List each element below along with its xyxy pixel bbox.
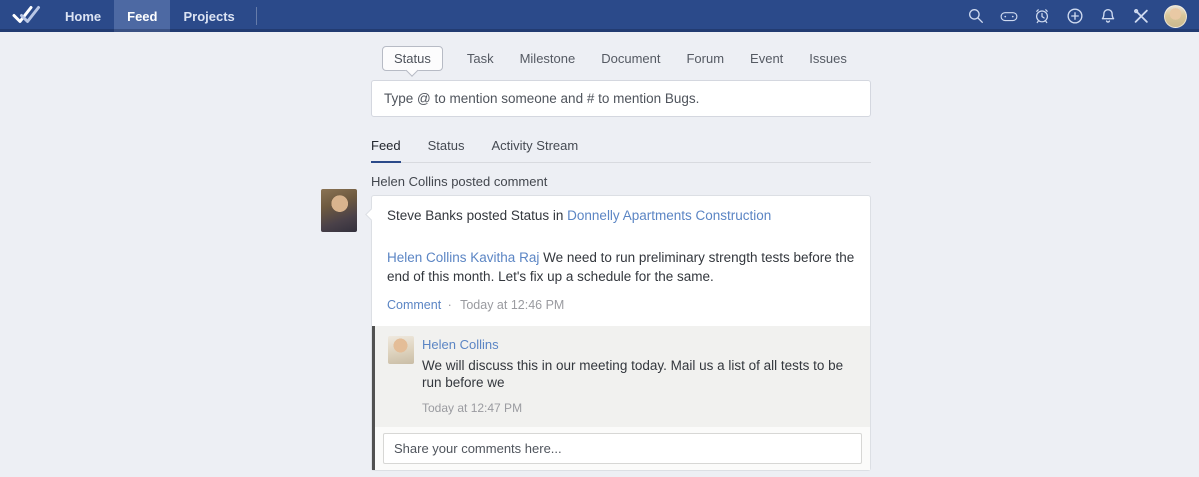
comment-author-avatar[interactable] [388,336,414,364]
post-body-text: Helen Collins Kavitha Raj We need to run… [387,248,855,286]
composer-tabs: Status Task Milestone Document Forum Eve… [371,45,871,71]
post-header: Steve Banks posted Status in Donnelly Ap… [387,208,855,223]
feed-view-tabs: Feed Status Activity Stream [371,138,871,163]
composer-tab-document[interactable]: Document [601,51,660,66]
composer-tab-task[interactable]: Task [467,51,494,66]
composer-tab-milestone[interactable]: Milestone [520,51,576,66]
comment-content: Helen Collins We will discuss this in ou… [422,336,855,415]
post-action-text: posted Status in [466,208,564,223]
double-check-logo-icon [11,3,41,30]
feed-post: Steve Banks posted Status in Donnelly Ap… [321,189,871,471]
comment-input[interactable] [383,433,862,464]
feed-main-column: Status Task Milestone Document Forum Eve… [321,32,871,477]
post-author-name: Steve Banks [387,208,463,223]
search-icon[interactable] [967,7,985,25]
comment-input-area [372,427,870,470]
app-logo[interactable] [0,0,52,32]
feed-tab-activity-stream[interactable]: Activity Stream [492,138,579,162]
comment-action-link[interactable]: Comment [387,298,441,312]
nav-separator [255,7,257,25]
navbar-actions [952,0,1199,32]
post-meta: Comment · Today at 12:46 PM [387,298,855,312]
nav-item-feed[interactable]: Feed [114,0,171,32]
meta-dot: · [447,298,452,312]
post-author-avatar[interactable] [321,189,357,232]
feed-tab-feed[interactable]: Feed [371,138,401,163]
post-mentions-link[interactable]: Helen Collins Kavitha Raj [387,250,539,265]
add-circle-icon[interactable] [1066,7,1084,25]
post-project-link[interactable]: Donnelly Apartments Construction [567,208,771,223]
feed-tab-status[interactable]: Status [428,138,465,162]
top-navbar: Home Feed Projects [0,0,1199,32]
composer-tab-status[interactable]: Status [382,45,443,71]
nav-item-projects[interactable]: Projects [170,0,247,32]
composer-tab-event[interactable]: Event [750,51,783,66]
composer-tab-forum[interactable]: Forum [686,51,724,66]
alarm-clock-icon[interactable] [1033,7,1051,25]
comment-timestamp: Today at 12:47 PM [422,401,523,415]
nav-item-home[interactable]: Home [52,0,114,32]
game-controller-icon[interactable] [1000,7,1018,25]
tools-icon[interactable] [1132,7,1150,25]
bell-icon[interactable] [1099,7,1117,25]
comment-author-link[interactable]: Helen Collins [422,337,499,352]
post-card: Steve Banks posted Status in Donnelly Ap… [365,195,871,471]
activity-note: Helen Collins posted comment [371,174,548,189]
comment-text: We will discuss this in our meeting toda… [422,358,844,390]
main-nav: Home Feed Projects [52,0,257,32]
post-card-body: Steve Banks posted Status in Donnelly Ap… [372,196,870,312]
post-timestamp: Today at 12:46 PM [460,298,565,312]
composer-tab-issues[interactable]: Issues [809,51,847,66]
status-composer-input[interactable] [371,80,871,117]
comment-thread: Helen Collins We will discuss this in ou… [372,326,870,427]
user-avatar[interactable] [1164,4,1187,28]
